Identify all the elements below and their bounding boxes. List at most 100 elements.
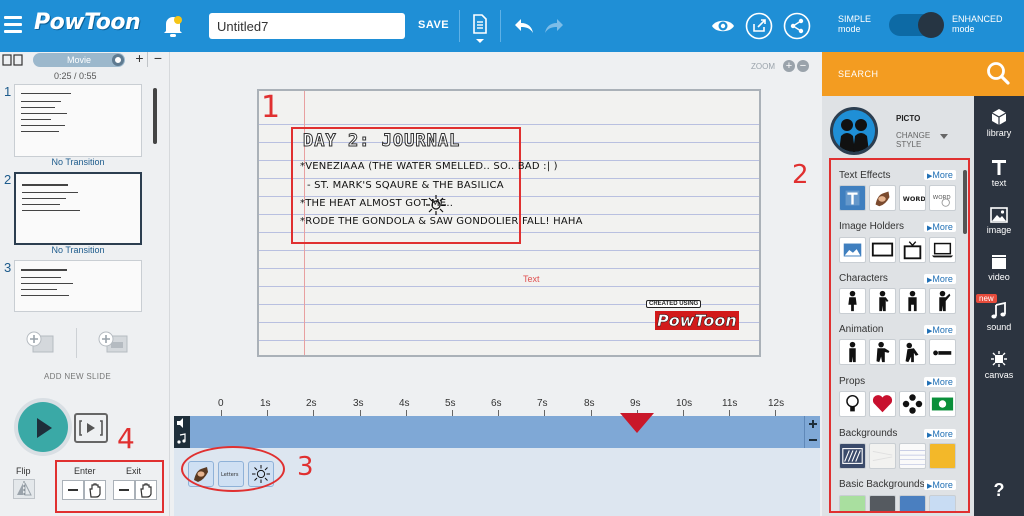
slide-grid-icon[interactable] [2, 54, 24, 66]
slide-number: 3 [4, 260, 12, 275]
timeline-zoom-in-icon[interactable] [809, 420, 817, 428]
annotation-box-2 [829, 158, 970, 513]
search-icon[interactable] [985, 60, 1011, 86]
sun-doodle-icon[interactable] [423, 193, 449, 217]
search-input[interactable]: SEARCH [838, 69, 879, 79]
play-icon[interactable] [37, 418, 52, 438]
annotation-box-4 [55, 460, 164, 513]
image-icon [990, 207, 1008, 223]
change-style-button[interactable]: CHANGE STYLE [896, 131, 936, 149]
tab-image-label: image [986, 225, 1012, 235]
tab-text-label: text [991, 178, 1007, 188]
step-forward-icon [79, 420, 103, 436]
play-from-here-button[interactable] [74, 413, 108, 443]
share-icon[interactable] [783, 12, 811, 40]
playhead-marker[interactable] [620, 413, 654, 433]
tab-sound[interactable]: sound [974, 302, 1024, 332]
zoom-in-button[interactable]: + [783, 60, 795, 72]
preview-eye-icon[interactable] [711, 16, 735, 36]
character-avatar[interactable] [830, 107, 878, 155]
timeline-tick-label: 3s [353, 398, 364, 409]
annotation-number-4: 4 [117, 422, 135, 455]
timeline-tick-label: 9s [630, 398, 641, 409]
mode-toggle-knob[interactable] [918, 12, 944, 38]
picto-characters-icon [839, 119, 869, 152]
tab-library[interactable]: library [974, 108, 1024, 138]
created-using-label: CREATED USING [646, 300, 702, 308]
slide-thumbnail-1[interactable] [14, 84, 142, 157]
tab-sound-label: sound [986, 322, 1012, 332]
transition-label[interactable]: No Transition [14, 157, 142, 167]
slide-thumbnail-3[interactable] [14, 260, 142, 312]
timeline-tick-label: 11s [722, 398, 738, 409]
notification-bell-icon[interactable] [162, 14, 184, 38]
tab-video-label: video [988, 272, 1010, 282]
timeline-tick-label: 2s [306, 398, 317, 409]
annotation-number-3: 3 [297, 452, 314, 482]
text-t-icon [992, 160, 1006, 175]
add-blank-slide-icon[interactable] [25, 330, 55, 356]
save-button[interactable]: SAVE [418, 19, 449, 31]
text-placeholder[interactable]: Text [523, 274, 540, 284]
canvas-icon [991, 351, 1007, 367]
zoom-out-button[interactable]: − [797, 60, 809, 72]
slide-thumbnail-2[interactable] [14, 172, 142, 245]
journal-title-text[interactable]: DAY 2: JOURNAL [302, 131, 460, 152]
time-readout: 0:25 / 0:55 [54, 71, 97, 81]
timeline-track[interactable] [174, 416, 820, 448]
movie-mode-label: Movie [66, 55, 91, 65]
flip-icon[interactable] [13, 479, 35, 499]
presentation-title-input[interactable] [209, 13, 405, 39]
help-button[interactable]: ? [974, 480, 1024, 501]
timeline-tick-label: 0 [218, 398, 224, 409]
video-icon [992, 255, 1006, 269]
timeline-tick-label: 1s [260, 398, 271, 409]
simple-mode-label[interactable]: SIMPLE mode [838, 14, 882, 34]
undo-icon[interactable] [513, 16, 535, 36]
journal-line[interactable]: - ST. MARK'S SQAURE & THE BASILICA [307, 180, 504, 191]
powtoon-watermark-logo: PowToon [655, 311, 739, 330]
toolbar-divider [459, 10, 460, 42]
tab-text[interactable]: text [974, 158, 1024, 188]
timeline-track-controls [174, 416, 190, 448]
timeline-tick-label: 8s [584, 398, 595, 409]
chevron-down-icon[interactable] [940, 134, 948, 139]
journal-line[interactable]: *VENEZIAAA (THE WATER SMELLED.. SO.. BAD… [300, 161, 558, 172]
slide-number: 1 [4, 84, 12, 99]
document-menu-icon[interactable] [472, 14, 488, 46]
export-icon[interactable] [745, 12, 773, 40]
transition-label[interactable]: No Transition [14, 245, 142, 255]
add-new-slide-label[interactable]: ADD NEW SLIDE [44, 372, 111, 381]
timeline-tick-label: 12s [768, 398, 785, 409]
track-sound-icon[interactable] [174, 416, 190, 448]
annotation-number-2: 2 [792, 160, 809, 190]
tab-library-label: library [986, 128, 1012, 138]
annotation-number-1: 1 [261, 90, 281, 125]
movie-toggle-knob[interactable] [112, 54, 124, 66]
annotation-circle-3 [181, 446, 285, 492]
add-slide-divider [76, 328, 77, 358]
tab-canvas-label: canvas [984, 370, 1014, 380]
zoom-label: ZOOM [751, 62, 775, 71]
add-template-slide-icon[interactable] [97, 330, 129, 356]
timeline-tick-label: 7s [537, 398, 548, 409]
journal-line[interactable]: *RODE THE GONDOLA & SAW GONDOLIER FALL! … [300, 216, 583, 227]
timeline-tick-label: 4s [399, 398, 410, 409]
tab-image[interactable]: image [974, 207, 1024, 235]
powtoon-logo[interactable]: PowToon [34, 10, 141, 35]
character-style-name: PICTO [896, 114, 921, 123]
toolbar-divider [500, 10, 501, 42]
slide-number: 2 [4, 172, 12, 187]
redo-icon[interactable] [543, 16, 565, 36]
library-cube-icon [991, 109, 1007, 125]
timeline-tick-label: 6s [491, 398, 502, 409]
slides-scrollbar[interactable] [153, 88, 157, 144]
tab-video[interactable]: video [974, 254, 1024, 282]
enhanced-mode-label[interactable]: ENHANCED mode [952, 14, 1012, 34]
music-note-icon [991, 302, 1006, 319]
tab-canvas[interactable]: canvas [974, 350, 1024, 380]
timeline-tick-label: 10s [676, 398, 693, 409]
remove-slide-button[interactable]: − [150, 51, 166, 67]
menu-icon[interactable] [4, 16, 22, 34]
add-slide-button[interactable]: + [132, 51, 148, 67]
